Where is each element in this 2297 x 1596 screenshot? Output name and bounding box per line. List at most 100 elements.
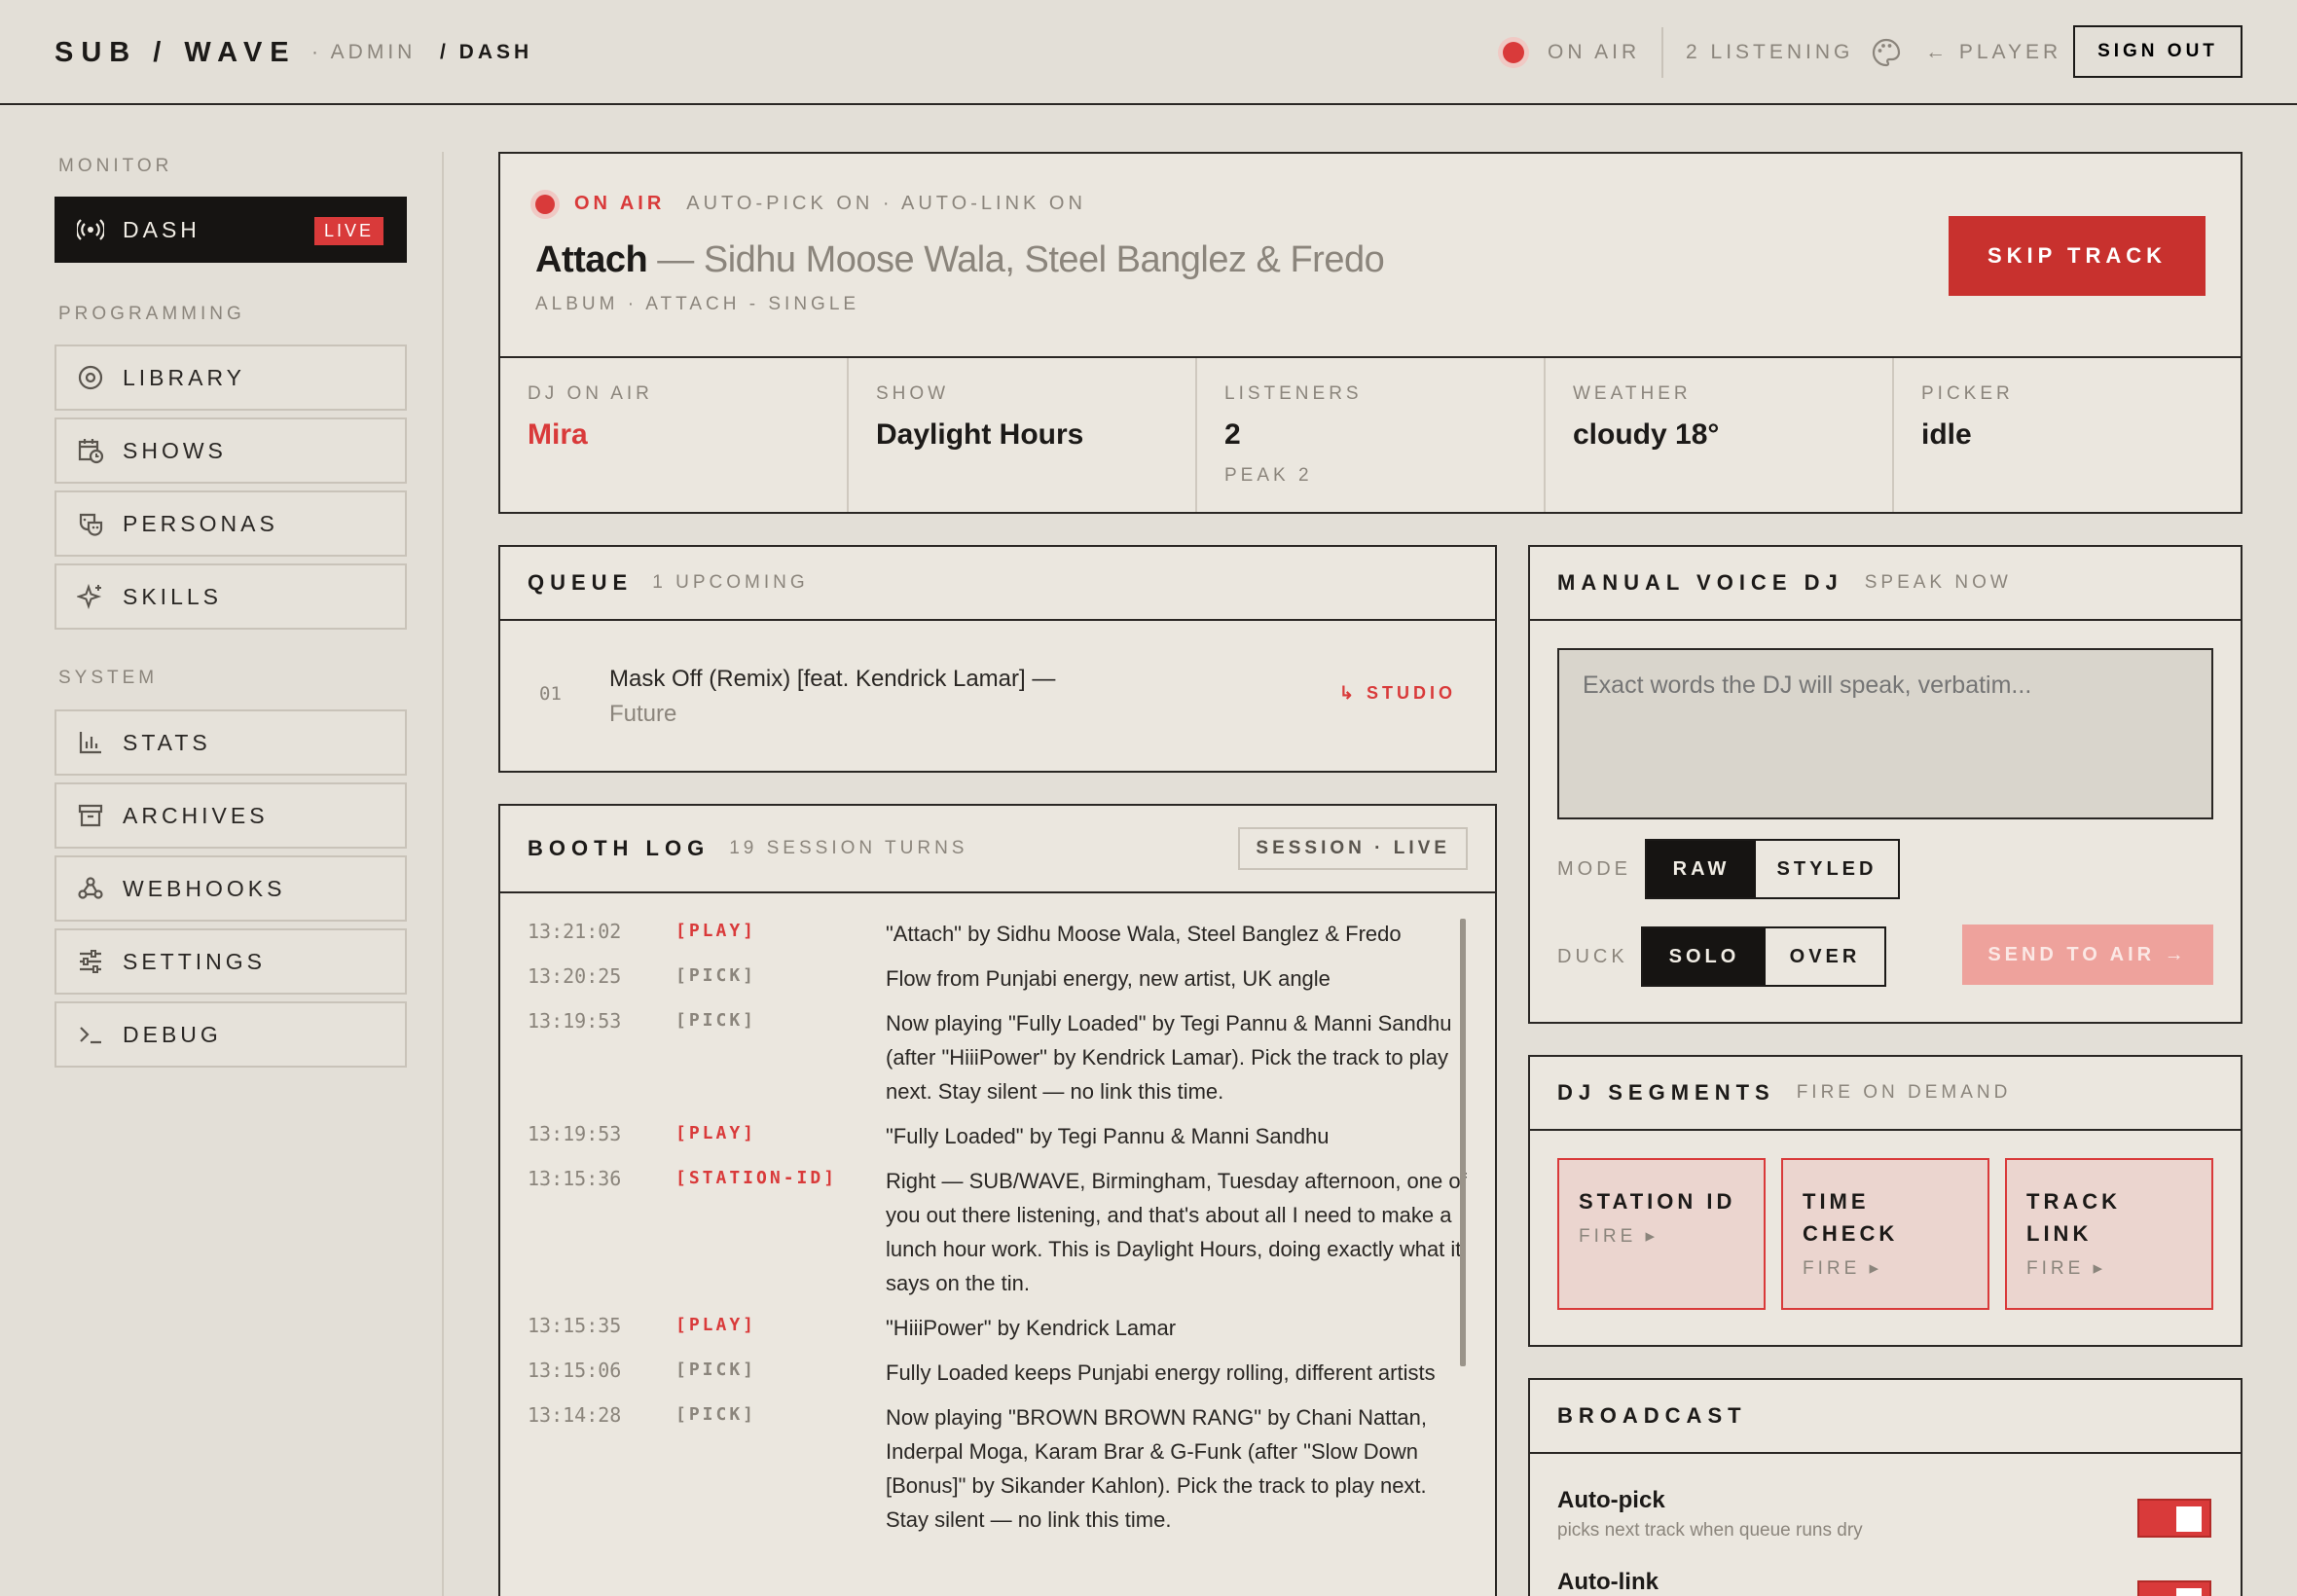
stat-label: LISTENERS	[1224, 383, 1363, 404]
webhook-icon	[76, 874, 105, 903]
sign-out-button[interactable]: SIGN OUT	[2073, 25, 2242, 78]
log-text: "HiiiPower" by Kendrick Lamar	[886, 1316, 1177, 1340]
log-text: Flow from Punjabi energy, new artist, UK…	[886, 966, 1331, 991]
sidebar-item-personas[interactable]: PERSONAS	[55, 490, 407, 557]
skip-track-button[interactable]: SKIP TRACK	[1949, 216, 2206, 296]
segment-fire: FIRE ▸	[2026, 1258, 2107, 1279]
queue-item[interactable]: Mask Off (Remix) [feat. Kendrick Lamar] …	[609, 662, 1055, 732]
setting-description: picks next track when queue runs dry	[1557, 1520, 1863, 1541]
stat-dj-on-air: DJ ON AIR Mira	[500, 358, 849, 512]
auto-link-toggle[interactable]	[2137, 1580, 2211, 1596]
sidebar-divider	[442, 152, 444, 1596]
breadcrumb-admin[interactable]: · ADMIN	[311, 41, 416, 64]
sidebar-item-shows[interactable]: SHOWS	[55, 417, 407, 484]
log-text: Fully Loaded keeps Punjabi energy rollin…	[886, 1360, 1436, 1385]
send-to-air-button[interactable]: SEND TO AIR →	[1962, 925, 2213, 985]
log-time: 13:21:02	[528, 920, 622, 943]
masks-icon	[76, 509, 105, 538]
stat-label: PICKER	[1921, 383, 2014, 404]
player-link[interactable]: ← PLAYER	[1925, 41, 2061, 64]
section-label-programming: PROGRAMMING	[58, 304, 245, 324]
auto-flags: AUTO-PICK ON · AUTO-LINK ON	[686, 193, 1086, 214]
toggle-knob	[2176, 1506, 2202, 1532]
log-row: 13:14:28 [PICK] Now playing "BROWN BROWN…	[500, 1400, 1495, 1537]
queue-title: QUEUE	[528, 570, 634, 595]
sidebar-item-debug[interactable]: DEBUG	[55, 1001, 407, 1068]
toggle-knob	[2176, 1588, 2202, 1596]
queue-count: 1 UPCOMING	[652, 572, 809, 593]
log-tag: [PICK]	[675, 1360, 757, 1380]
segment-station-id-button[interactable]: STATION ID FIRE ▸	[1557, 1158, 1766, 1310]
section-label-system: SYSTEM	[58, 668, 159, 688]
mode-raw-option[interactable]: RAW	[1647, 841, 1756, 897]
log-text: "Attach" by Sidhu Moose Wala, Steel Bang…	[886, 922, 1402, 946]
stat-show: SHOW Daylight Hours	[849, 358, 1197, 512]
sidebar-item-label: SKILLS	[123, 583, 222, 609]
log-time: 13:15:06	[528, 1359, 622, 1382]
top-bar: SUB / WAVE · ADMIN / DASH ON AIR 2 LISTE…	[0, 0, 2297, 105]
queue-item-number: 01	[539, 683, 562, 705]
section-label-monitor: MONITOR	[58, 156, 173, 176]
setting-name: Auto-link	[1557, 1569, 1659, 1595]
queue-track-artist: Future	[609, 701, 677, 727]
sidebar-item-skills[interactable]: SKILLS	[55, 563, 407, 630]
sidebar-item-label: SETTINGS	[123, 948, 267, 974]
sidebar-item-label: LIBRARY	[123, 364, 246, 390]
sidebar-item-label: DEBUG	[123, 1021, 222, 1047]
sidebar-item-library[interactable]: LIBRARY	[55, 345, 407, 411]
log-row: 13:21:02 [PLAY] "Attach" by Sidhu Moose …	[500, 917, 1495, 951]
now-playing-status: ON AIR AUTO-PICK ON · AUTO-LINK ON	[535, 193, 1086, 215]
duck-label: DUCK	[1557, 946, 1628, 967]
log-time: 13:15:35	[528, 1314, 622, 1337]
on-air-dot-icon	[535, 194, 555, 214]
sidebar-item-archives[interactable]: ARCHIVES	[55, 782, 407, 849]
booth-log-title: BOOTH LOG	[528, 836, 711, 860]
duck-solo-option[interactable]: SOLO	[1643, 928, 1766, 985]
duck-selector: SOLO OVER	[1641, 926, 1886, 987]
booth-log-panel: BOOTH LOG 19 SESSION TURNS SESSION · LIV…	[498, 804, 1497, 1596]
log-text: Now playing "BROWN BROWN RANG" by Chani …	[886, 1405, 1427, 1532]
duck-over-option[interactable]: OVER	[1766, 928, 1884, 985]
sidebar-item-label: STATS	[123, 729, 211, 755]
segment-fire: FIRE ▸	[1579, 1226, 1659, 1247]
segment-name: TRACK LINK	[2026, 1189, 2121, 1246]
stat-value: cloudy 18°	[1573, 418, 1720, 451]
manual-voice-dj-panel: MANUAL VOICE DJ SPEAK NOW MODE RAW STYLE…	[1528, 545, 2242, 1024]
mode-selector: RAW STYLED	[1645, 839, 1900, 899]
segment-track-link-button[interactable]: TRACK LINK FIRE ▸	[2005, 1158, 2213, 1310]
calendar-clock-icon	[76, 436, 105, 465]
voice-dj-header: MANUAL VOICE DJ SPEAK NOW	[1530, 547, 2241, 621]
auto-pick-toggle[interactable]	[2137, 1499, 2211, 1538]
sidebar-item-dash[interactable]: DASH LIVE	[55, 197, 407, 263]
mode-styled-option[interactable]: STYLED	[1756, 841, 1898, 897]
album-line: ALBUM · ATTACH - SINGLE	[535, 294, 860, 314]
log-time: 13:15:36	[528, 1167, 622, 1190]
on-air-status: ON AIR	[1548, 41, 1641, 63]
session-chip: SESSION · LIVE	[1238, 827, 1468, 870]
dj-script-input[interactable]	[1557, 648, 2213, 819]
segment-time-check-button[interactable]: TIME CHECK FIRE ▸	[1781, 1158, 1989, 1310]
log-tag: [PLAY]	[675, 1123, 757, 1143]
booth-log-list[interactable]: 13:21:02 [PLAY] "Attach" by Sidhu Moose …	[500, 895, 1495, 1596]
sidebar-item-label: SHOWS	[123, 437, 227, 463]
segment-name: TIME CHECK	[1803, 1189, 1899, 1246]
palette-icon[interactable]	[1871, 37, 1902, 68]
booth-log-count: 19 SESSION TURNS	[729, 838, 968, 858]
booth-log-scrollbar[interactable]	[1460, 919, 1466, 1366]
log-row: 13:15:06 [PICK] Fully Loaded keeps Punja…	[500, 1356, 1495, 1390]
broadcast-panel: BROADCAST Auto-pick picks next track whe…	[1528, 1378, 2242, 1596]
sidebar-item-webhooks[interactable]: WEBHOOKS	[55, 855, 407, 922]
log-time: 13:19:53	[528, 1122, 622, 1145]
sidebar-item-settings[interactable]: SETTINGS	[55, 928, 407, 995]
app-logo[interactable]: SUB / WAVE	[55, 37, 297, 69]
broadcast-title: BROADCAST	[1557, 1403, 1747, 1428]
queue-track-title: Mask Off (Remix) [feat. Kendrick Lamar] …	[609, 666, 1056, 692]
broadcast-row-auto-link: Auto-link	[1557, 1569, 2211, 1596]
studio-tag: ↳ STUDIO	[1338, 683, 1456, 703]
log-time: 13:19:53	[528, 1009, 622, 1033]
stat-label: WEATHER	[1573, 383, 1692, 404]
setting-name: Auto-pick	[1557, 1487, 1665, 1513]
log-tag: [PICK]	[675, 1404, 757, 1425]
on-air-label: ON AIR	[574, 193, 666, 214]
sidebar-item-stats[interactable]: STATS	[55, 709, 407, 776]
